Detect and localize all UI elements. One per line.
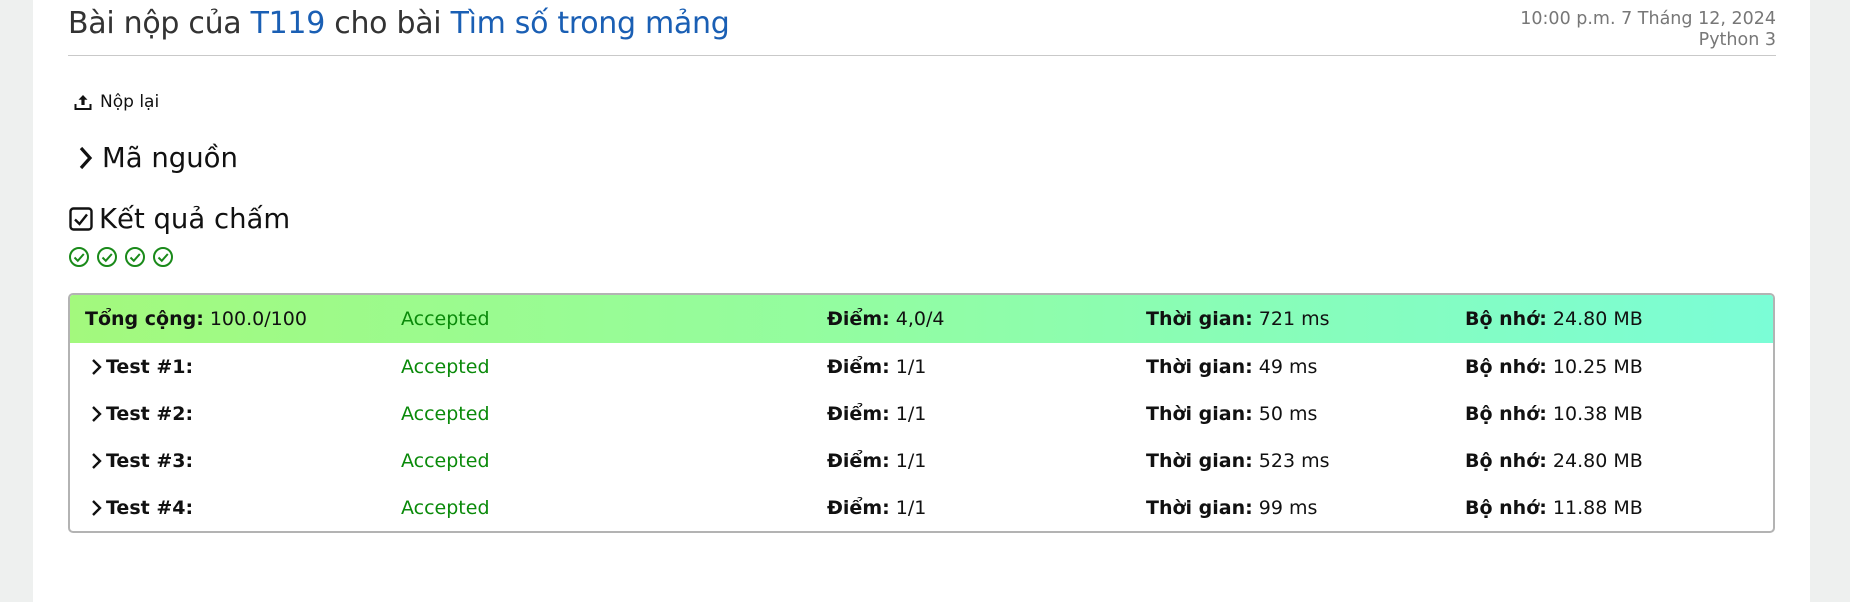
test-row: Test #2: Accepted Điểm: 1/1 Thời gian: 5… bbox=[70, 390, 1773, 437]
test-status: Accepted bbox=[401, 449, 490, 472]
test-label: Test #2: bbox=[106, 402, 194, 425]
test-memory-cell: Bộ nhớ: 24.80 MB bbox=[1465, 450, 1643, 472]
score-label: Điểm: bbox=[827, 449, 890, 472]
submission-meta: 10:00 p.m. 7 Tháng 12, 2024 Python 3 bbox=[1520, 9, 1776, 51]
test-time-cell: Thời gian: 50 ms bbox=[1146, 403, 1317, 425]
title-prefix: Bài nộp của bbox=[68, 6, 242, 41]
source-code-toggle[interactable]: Mã nguồn bbox=[76, 142, 238, 174]
score-label: Điểm: bbox=[827, 308, 890, 330]
test-score: 1/1 bbox=[895, 355, 927, 378]
time-label: Thời gian: bbox=[1146, 402, 1253, 425]
check-circle-icon bbox=[153, 247, 173, 267]
page-header: Bài nộp của T119 cho bài Tìm số trong mả… bbox=[68, 0, 1776, 56]
problem-link[interactable]: Tìm số trong mảng bbox=[451, 6, 730, 41]
test-score: 1/1 bbox=[895, 449, 927, 472]
test-status: Accepted bbox=[401, 355, 490, 378]
upload-icon bbox=[74, 95, 92, 110]
test-time-cell: Thời gian: 99 ms bbox=[1146, 497, 1317, 519]
test-toggle[interactable]: Test #3: bbox=[90, 450, 193, 472]
total-points: 100.0/100 bbox=[209, 308, 307, 330]
total-memory: 24.80 MB bbox=[1552, 308, 1643, 330]
chevron-right-icon bbox=[92, 452, 102, 469]
test-memory-cell: Bộ nhớ: 10.38 MB bbox=[1465, 403, 1643, 425]
submission-language: Python 3 bbox=[1698, 30, 1776, 50]
time-label: Thời gian: bbox=[1146, 496, 1253, 519]
total-memory-cell: Bộ nhớ: 24.80 MB bbox=[1465, 308, 1643, 330]
test-toggle[interactable]: Test #4: bbox=[90, 497, 193, 519]
chevron-right-icon bbox=[92, 405, 102, 422]
memory-label: Bộ nhớ: bbox=[1465, 355, 1547, 378]
resubmit-button[interactable]: Nộp lại bbox=[74, 92, 159, 112]
test-time: 99 ms bbox=[1258, 496, 1318, 519]
total-status: Accepted bbox=[401, 308, 490, 330]
test-time: 49 ms bbox=[1258, 355, 1318, 378]
check-circle-icon bbox=[125, 247, 145, 267]
memory-label: Bộ nhớ: bbox=[1465, 308, 1547, 330]
test-time: 523 ms bbox=[1258, 449, 1330, 472]
page-title: Bài nộp của T119 cho bài Tìm số trong mả… bbox=[68, 6, 730, 41]
time-label: Thời gian: bbox=[1146, 308, 1253, 330]
score-label: Điểm: bbox=[827, 402, 890, 425]
test-row: Test #4: Accepted Điểm: 1/1 Thời gian: 9… bbox=[70, 484, 1773, 531]
test-score-cell: Điểm: 1/1 bbox=[827, 497, 926, 519]
test-memory-cell: Bộ nhớ: 11.88 MB bbox=[1465, 497, 1643, 519]
test-label: Test #4: bbox=[106, 496, 194, 519]
test-time: 50 ms bbox=[1258, 402, 1318, 425]
total-label: Tổng cộng: bbox=[85, 308, 204, 330]
test-score-cell: Điểm: 1/1 bbox=[827, 450, 926, 472]
test-label: Test #3: bbox=[106, 449, 194, 472]
chevron-right-icon bbox=[92, 499, 102, 516]
total-time: 721 ms bbox=[1258, 308, 1330, 330]
score-label: Điểm: bbox=[827, 355, 890, 378]
total-time-cell: Thời gian: 721 ms bbox=[1146, 308, 1330, 330]
results-label: Kết quả chấm bbox=[99, 203, 291, 235]
test-memory: 11.88 MB bbox=[1552, 496, 1643, 519]
results-table: Tổng cộng: 100.0/100 Accepted Điểm: 4,0/… bbox=[68, 293, 1775, 533]
source-code-label: Mã nguồn bbox=[102, 142, 238, 174]
chevron-right-icon bbox=[79, 146, 93, 170]
total-score-cell: Điểm: 4,0/4 bbox=[827, 308, 944, 330]
test-label: Test #1: bbox=[106, 355, 194, 378]
test-status: Accepted bbox=[401, 402, 490, 425]
memory-label: Bộ nhớ: bbox=[1465, 449, 1547, 472]
test-score-cell: Điểm: 1/1 bbox=[827, 403, 926, 425]
memory-label: Bộ nhớ: bbox=[1465, 402, 1547, 425]
chevron-right-icon bbox=[92, 358, 102, 375]
user-link[interactable]: T119 bbox=[251, 6, 326, 41]
test-status: Accepted bbox=[401, 496, 490, 519]
test-memory-cell: Bộ nhớ: 10.25 MB bbox=[1465, 356, 1643, 378]
resubmit-label: Nộp lại bbox=[100, 92, 160, 112]
check-circle-icon bbox=[97, 247, 117, 267]
checkbox-icon bbox=[69, 207, 93, 231]
total-row: Tổng cộng: 100.0/100 Accepted Điểm: 4,0/… bbox=[70, 295, 1773, 343]
test-score: 1/1 bbox=[895, 496, 927, 519]
test-toggle[interactable]: Test #2: bbox=[90, 403, 193, 425]
test-row: Test #3: Accepted Điểm: 1/1 Thời gian: 5… bbox=[70, 437, 1773, 484]
check-circle-icon bbox=[69, 247, 89, 267]
main-content: Bài nộp của T119 cho bài Tìm số trong mả… bbox=[33, 0, 1810, 602]
title-middle: cho bài bbox=[334, 6, 442, 41]
test-memory: 10.38 MB bbox=[1552, 402, 1643, 425]
test-score: 1/1 bbox=[895, 402, 927, 425]
results-heading: Kết quả chấm bbox=[69, 203, 290, 235]
test-memory: 24.80 MB bbox=[1552, 449, 1643, 472]
submission-datetime: 10:00 p.m. 7 Tháng 12, 2024 bbox=[1520, 9, 1776, 29]
time-label: Thời gian: bbox=[1146, 449, 1253, 472]
test-status-icons bbox=[68, 246, 174, 268]
test-memory: 10.25 MB bbox=[1552, 355, 1643, 378]
total-score: 4,0/4 bbox=[895, 308, 945, 330]
memory-label: Bộ nhớ: bbox=[1465, 496, 1547, 519]
test-row: Test #1: Accepted Điểm: 1/1 Thời gian: 4… bbox=[70, 343, 1773, 390]
test-time-cell: Thời gian: 49 ms bbox=[1146, 356, 1317, 378]
time-label: Thời gian: bbox=[1146, 355, 1253, 378]
total-cell: Tổng cộng: 100.0/100 bbox=[85, 308, 307, 330]
test-time-cell: Thời gian: 523 ms bbox=[1146, 450, 1330, 472]
score-label: Điểm: bbox=[827, 496, 890, 519]
test-toggle[interactable]: Test #1: bbox=[90, 356, 193, 378]
test-score-cell: Điểm: 1/1 bbox=[827, 356, 926, 378]
